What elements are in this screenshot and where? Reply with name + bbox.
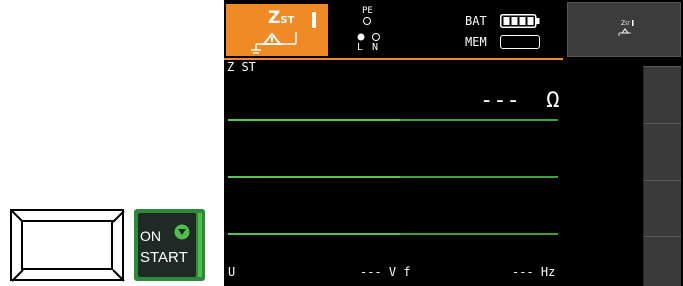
status-header: ZST PE L N BAT MEM [224, 0, 563, 60]
instrument-screen: ZST PE L N BAT MEM ZST Z ST --- Ω U --- … [224, 0, 683, 286]
pe-terminal: PE [362, 7, 373, 29]
pe-label: PE [362, 6, 373, 16]
softkey-zst[interactable]: ZST [567, 2, 681, 57]
softkey-5[interactable] [643, 236, 681, 286]
n-label: N [372, 42, 379, 53]
open-terminal-icon [363, 17, 372, 25]
memory-indicator [500, 35, 540, 49]
mode-tile-zst[interactable]: ZST [226, 4, 328, 56]
battery-icon [500, 14, 540, 28]
key-bevel-lines [12, 211, 125, 282]
trace-line-2 [228, 176, 558, 178]
impedance-reading: --- Ω [480, 88, 560, 113]
reading-value: --- [480, 88, 520, 113]
softkey-3[interactable] [643, 123, 681, 180]
arrow-down-icon [174, 224, 190, 240]
battery-label: BAT [465, 14, 487, 28]
voltage-symbol: U [228, 265, 236, 279]
ln-terminals: L N [355, 30, 395, 54]
reading-unit: Ω [546, 88, 560, 113]
zst-measurement-icon [251, 12, 316, 54]
trace-line-3 [228, 233, 558, 235]
start-button-edge [198, 213, 202, 277]
softkey-2[interactable] [643, 66, 681, 123]
memory-label: MEM [465, 35, 487, 49]
frequency-readout: --- Hz [512, 265, 556, 279]
l-label: L [357, 42, 364, 53]
trace-line-1 [228, 119, 558, 121]
softkey-4[interactable] [643, 180, 681, 236]
zst-softkey-icon: ZST [618, 20, 634, 36]
start-button-face [138, 213, 196, 277]
start-label: START [140, 249, 188, 266]
softkey-zst-symbol: ZST [621, 20, 631, 27]
on-start-button[interactable]: ON START [134, 209, 205, 281]
mode-title: Z ST [227, 60, 256, 74]
voltage-readout: --- V f [360, 265, 411, 279]
blank-key[interactable] [10, 209, 125, 282]
on-label: ON [140, 228, 161, 244]
